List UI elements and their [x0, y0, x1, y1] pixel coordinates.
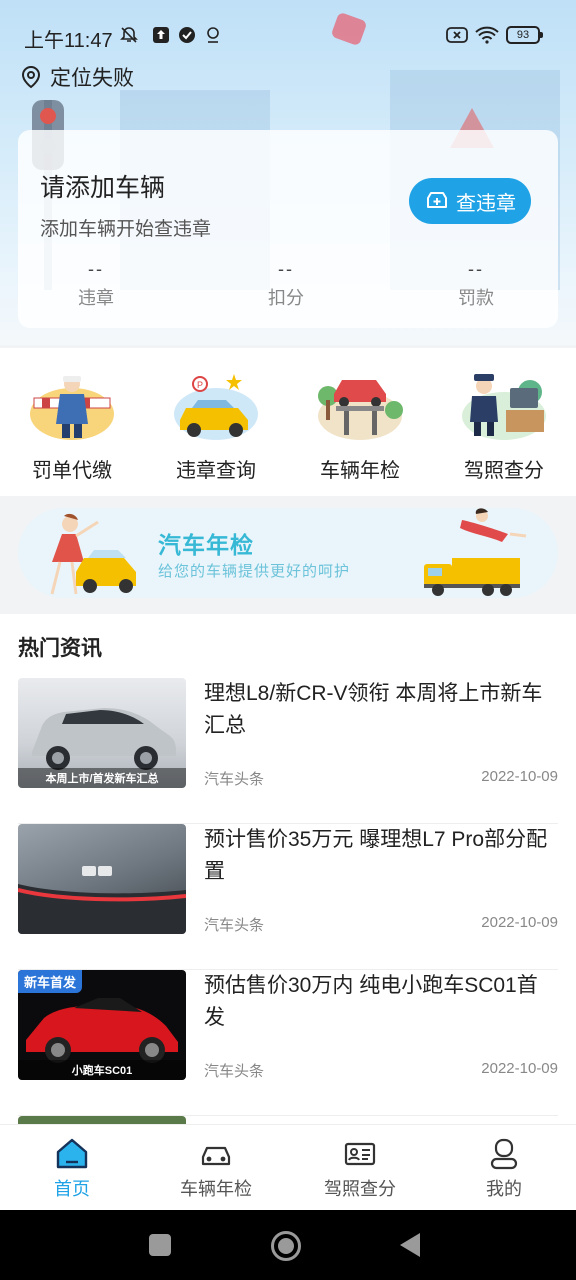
- stat-value: --: [278, 259, 294, 279]
- profile-icon: [490, 1138, 518, 1170]
- car-icon: [201, 1146, 231, 1166]
- tab-label: 我的: [486, 1179, 522, 1199]
- home-button[interactable]: [271, 1231, 301, 1261]
- location-bar[interactable]: 定位失败: [20, 62, 134, 92]
- service-violation-query[interactable]: P 违章查询: [144, 348, 288, 496]
- news-source: 汽车头条: [204, 917, 265, 934]
- card-title: 请添加车辆: [40, 174, 166, 202]
- service-label: 车辆年检: [320, 460, 400, 482]
- sim-x-icon: [446, 27, 468, 43]
- news-section-title: 热门资讯: [18, 637, 102, 660]
- news-title: 理想L8/新CR-V领衔 本周将上市新车汇总: [204, 682, 543, 737]
- car-detail-image: [18, 866, 186, 934]
- vehicle-card[interactable]: 请添加车辆 添加车辆开始查违章 查违章 -- 违章 -- 扣分 -- 罚款: [18, 130, 558, 328]
- check-violations-label: 查违章: [456, 192, 516, 215]
- bottom-tab-bar: 首页 车辆年检 驾照查分 我的: [0, 1124, 576, 1210]
- id-card-icon: [344, 1142, 376, 1166]
- news-item[interactable]: 本周上市/首发新车汇总 理想L8/新CR-V领衔 本周将上市新车汇总 汽车头条 …: [18, 678, 558, 824]
- car-plus-icon: [427, 192, 447, 208]
- license-points-icon: [462, 374, 546, 440]
- stat-points: -- 扣分: [226, 260, 346, 310]
- news-date: 2022-10-09: [481, 1060, 558, 1077]
- tab-home[interactable]: 首页: [0, 1125, 144, 1211]
- service-license-points[interactable]: 驾照查分: [432, 348, 576, 496]
- service-label: 罚单代缴: [32, 460, 112, 482]
- vehicle-inspection-icon: [318, 380, 403, 440]
- tab-label: 首页: [54, 1179, 90, 1199]
- tab-vehicle-inspection[interactable]: 车辆年检: [144, 1125, 288, 1211]
- service-grid: 罚单代缴 P 违章查询 车辆年检 驾照查分: [0, 348, 576, 496]
- status-time: 上午11:47: [24, 30, 113, 52]
- check-badge-icon: [179, 27, 195, 43]
- inspection-banner[interactable]: 汽车年检 给您的车辆提供更好的呵护: [18, 508, 558, 598]
- location-pin-icon: [207, 27, 219, 43]
- battery-icon: 93: [506, 26, 543, 44]
- upload-icon: [153, 27, 169, 43]
- card-subtitle: 添加车辆开始查违章: [40, 219, 212, 240]
- status-bar: 上午11:47 93: [0, 0, 576, 70]
- news-item[interactable]: 预计售价35万元 曝理想L7 Pro部分配置 汽车头条 2022-10-09: [18, 824, 558, 970]
- banner-title: 汽车年检: [158, 532, 254, 558]
- news-section: 热门资讯 本周上市/首发新车汇总 理想L8/新CR-V领衔 本周将上市新车汇总 …: [0, 614, 576, 1124]
- service-label: 违章查询: [176, 460, 256, 482]
- stat-label: 违章: [78, 288, 114, 308]
- stat-violations: -- 违章: [36, 260, 156, 310]
- news-date: 2022-10-09: [481, 914, 558, 931]
- stat-fines: -- 罚款: [416, 260, 536, 310]
- violation-query-icon: P: [174, 374, 258, 440]
- news-item[interactable]: [18, 1116, 558, 1124]
- news-thumbnail: 本周上市/首发新车汇总: [18, 678, 186, 788]
- news-title: 预计售价35万元 曝理想L7 Pro部分配置: [204, 828, 548, 883]
- thumbnail-caption: 小跑车SC01: [18, 1060, 186, 1080]
- tab-license-points[interactable]: 驾照查分: [288, 1125, 432, 1211]
- notification-muted-icon: [120, 27, 138, 43]
- service-ticket-payment[interactable]: 罚单代缴: [0, 348, 144, 496]
- news-thumbnail: [18, 1116, 186, 1124]
- banner-subtitle: 给您的车辆提供更好的呵护: [158, 563, 351, 580]
- stat-value: --: [88, 259, 104, 279]
- thumbnail-caption: 本周上市/首发新车汇总: [18, 768, 186, 788]
- news-date: 2022-10-09: [481, 768, 558, 785]
- wifi-icon: [475, 26, 499, 44]
- recent-apps-button[interactable]: [149, 1234, 171, 1256]
- news-source: 汽车头条: [204, 771, 265, 788]
- woman-with-car-illustration: [50, 513, 136, 595]
- stat-label: 罚款: [458, 288, 494, 308]
- tab-label: 车辆年检: [180, 1179, 252, 1199]
- check-violations-button[interactable]: 查违章: [409, 178, 531, 224]
- location-pin-icon: [21, 65, 41, 89]
- banner-section: 汽车年检 给您的车辆提供更好的呵护: [0, 496, 576, 614]
- svg-text:P: P: [197, 380, 203, 390]
- news-thumbnail: [18, 824, 186, 934]
- thumbnail-tag: 新车首发: [18, 970, 83, 993]
- ticket-payment-icon: [30, 376, 114, 440]
- tab-label: 驾照查分: [324, 1179, 396, 1199]
- location-text: 定位失败: [50, 67, 134, 90]
- news-thumbnail: 新车首发 小跑车SC01: [18, 970, 186, 1080]
- news-item[interactable]: 新车首发 小跑车SC01 预估售价30万内 纯电小跑车SC01首发 汽车头条 2…: [18, 970, 558, 1116]
- system-navigation-bar: [0, 1210, 576, 1280]
- service-label: 驾照查分: [464, 460, 544, 482]
- truck-illustration: [424, 508, 527, 596]
- home-icon: [56, 1138, 88, 1169]
- tab-profile[interactable]: 我的: [432, 1125, 576, 1211]
- news-source: 汽车头条: [204, 1063, 265, 1080]
- news-title: 预估售价30万内 纯电小跑车SC01首发: [204, 974, 538, 1029]
- service-vehicle-inspection[interactable]: 车辆年检: [288, 348, 432, 496]
- stat-label: 扣分: [268, 288, 304, 308]
- back-button[interactable]: [400, 1233, 420, 1257]
- stat-value: --: [468, 259, 484, 279]
